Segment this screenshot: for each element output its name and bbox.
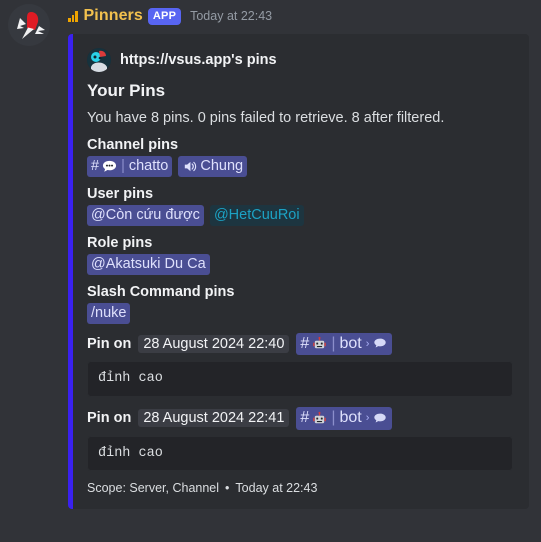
field-value: /nuke — [87, 302, 513, 324]
embed-field-slash-command-pins: Slash Command pins /nuke — [87, 284, 513, 324]
hash-icon: # — [300, 408, 310, 426]
role-mention-akatsuki-du-ca[interactable]: @Akatsuki Du Ca — [87, 253, 210, 275]
speech-balloon-icon — [373, 411, 388, 426]
speech-balloon-icon — [373, 336, 388, 351]
message-timestamp: Today at 22:43 — [190, 9, 273, 23]
field-label: User pins — [87, 185, 154, 202]
pin-content-codeblock: đỉnh cao — [87, 435, 513, 472]
user-mention-hetcuuroi[interactable]: @HetCuuRoi — [209, 204, 304, 226]
rich-embed: https://vsus.app's pins Your Pins You ha… — [68, 34, 529, 510]
embed-field-user-pins: User pins @Còn cứu được @HetCuuRoi — [87, 186, 513, 226]
hash-icon: # — [91, 158, 100, 175]
chip-separator: | — [331, 334, 336, 352]
signal-bars-icon — [68, 10, 78, 22]
embed-author-name[interactable]: https://vsus.app's pins — [120, 52, 277, 68]
channel-mention-chung[interactable]: Chung — [178, 156, 248, 177]
embed-author: https://vsus.app's pins — [87, 48, 513, 72]
embed-wrapper: https://vsus.app's pins Your Pins You ha… — [68, 34, 529, 510]
app-badge: APP — [147, 7, 182, 25]
chip-separator: | — [121, 158, 125, 175]
user-mention-con-cuu-duoc[interactable]: @Còn cứu được — [87, 204, 204, 226]
discord-message-view: Pinners APP Today at 22:43 https://vsus.… — [0, 0, 541, 542]
embed-field-role-pins: Role pins @Akatsuki Du Ca — [87, 235, 513, 275]
footer-separator: • — [225, 481, 230, 496]
slash-command-mention-nuke[interactable]: /nuke — [87, 302, 131, 324]
channel-name: chatto — [128, 158, 169, 175]
hash-icon: # — [300, 334, 310, 352]
pin-on-label: Pin on — [87, 335, 132, 352]
pin-channel-mention[interactable]: # | bot › — [296, 332, 393, 356]
chevron-right-icon: › — [365, 337, 370, 350]
pin-content-codeblock: đỉnh cao — [87, 361, 513, 397]
pin-channel-mention[interactable]: # | bot › — [296, 406, 393, 430]
embed-field-channel-pins: Channel pins # | chatto Chung — [87, 137, 513, 177]
embed-footer: Scope: Server, Channel • Today at 22:43 — [87, 481, 513, 495]
robot-emoji — [312, 411, 327, 426]
field-value: @Còn cứu được @HetCuuRoi — [87, 204, 513, 226]
field-value: @Akatsuki Du Ca — [87, 253, 513, 275]
field-value: # | chatto Chung — [87, 156, 513, 177]
robot-emoji — [312, 336, 327, 351]
pin-entry-header: Pin on 28 August 2024 22:40 # | bot › — [87, 332, 513, 356]
message-author-name[interactable]: Pinners — [84, 7, 143, 25]
chip-separator: | — [331, 408, 336, 426]
red-pushpin-avatar[interactable] — [8, 4, 50, 46]
chat-message: Pinners APP Today at 22:43 https://vsus.… — [0, 0, 541, 510]
footer-timestamp: Today at 22:43 — [235, 481, 318, 496]
pin-entry-header: Pin on 28 August 2024 22:41 # | bot › — [87, 406, 513, 430]
channel-mention-chatto[interactable]: # | chatto — [87, 156, 173, 177]
field-label: Channel pins — [87, 137, 179, 154]
footer-scope: Scope: Server, Channel — [87, 481, 220, 496]
message-header: Pinners APP Today at 22:43 — [68, 4, 541, 28]
pin-timestamp: 28 August 2024 22:40 — [138, 334, 290, 353]
embed-description: You have 8 pins. 0 pins failed to retrie… — [87, 110, 445, 126]
field-label: Role pins — [87, 234, 153, 251]
pin-on-label: Pin on — [87, 410, 132, 427]
speech-balloon-emoji — [102, 159, 117, 174]
channel-name: bot — [339, 408, 362, 426]
field-label: Slash Command pins — [87, 283, 235, 300]
vsus-app-avatar — [87, 48, 111, 72]
speaker-icon — [182, 159, 197, 174]
channel-name: Chung — [200, 158, 244, 175]
pin-timestamp: 28 August 2024 22:41 — [138, 409, 290, 428]
channel-name: bot — [339, 334, 362, 352]
embed-title: Your Pins — [87, 81, 166, 100]
chevron-right-icon: › — [365, 412, 370, 425]
